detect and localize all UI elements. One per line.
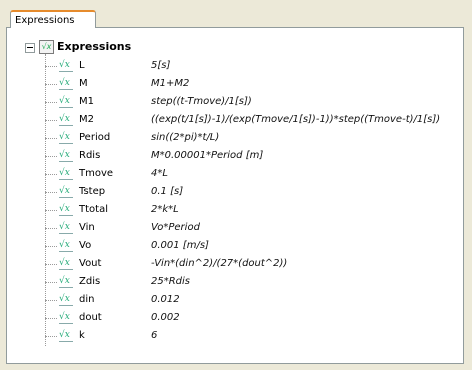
expression-name: dout (79, 312, 102, 323)
expression-icon: √x (59, 330, 73, 342)
expression-icon: √x (59, 96, 73, 108)
tree-item[interactable]: √x Zdis 25*Rdis (45, 274, 465, 290)
expression-name: Vin (79, 222, 95, 233)
expression-name: Ttotal (79, 204, 108, 215)
expression-tree: √x Expressions √x L 5[s] √x M M1+M2 √x M1 step((… (25, 38, 455, 356)
expression-name: Vo (79, 240, 92, 251)
expressions-folder-icon: √x (39, 40, 54, 54)
tree-branch-line (45, 66, 57, 67)
expression-value: M1+M2 (151, 78, 190, 89)
tree-branch-line (45, 264, 57, 265)
tree-item[interactable]: √x Tmove 4*L (45, 166, 465, 182)
expression-icon: √x (59, 114, 73, 126)
expression-value: 0.1 [s] (151, 186, 184, 197)
expression-value: -Vin*(din^2)/(27*(dout^2)) (151, 258, 288, 269)
expression-name: Tmove (79, 168, 114, 179)
tree-branch-line (45, 336, 57, 337)
tree-branch-line (45, 102, 57, 103)
expression-name: Vout (79, 258, 102, 269)
tree-branch-line (45, 174, 57, 175)
expression-icon: √x (59, 78, 73, 90)
expression-icon: √x (59, 258, 73, 270)
expression-value: 0.001 [m/s] (151, 240, 209, 251)
tree-branch-line (45, 300, 57, 301)
expression-icon: √x (59, 294, 73, 306)
expression-name: Period (79, 132, 111, 143)
expression-value: M*0.00001*Period [m] (151, 150, 264, 161)
tree-item[interactable]: √x Vout -Vin*(din^2)/(27*(dout^2)) (45, 256, 465, 272)
expression-value: 6 (151, 330, 158, 341)
expression-name: M (79, 78, 88, 89)
expression-name: M1 (79, 96, 94, 107)
expression-value: step((t-Tmove)/1[s]) (151, 96, 252, 107)
expression-icon: √x (59, 168, 73, 180)
expression-value: 5[s] (151, 60, 171, 71)
tree-item[interactable]: √x dout 0.002 (45, 310, 465, 326)
expression-icon: √x (59, 240, 73, 252)
tree-item[interactable]: √x L 5[s] (45, 58, 465, 74)
tree-branch-line (45, 84, 57, 85)
tree-branch-line (45, 318, 57, 319)
tree-item[interactable]: √x M2 ((exp(t/1[s])-1)/(exp(Tmove/1[s])-1)… (45, 112, 465, 128)
tree-branch-line (45, 192, 57, 193)
expression-icon: √x (59, 186, 73, 198)
expression-icon: √x (59, 312, 73, 324)
tree-item[interactable]: √x din 0.012 (45, 292, 465, 308)
tree-branch-line (45, 120, 57, 121)
expression-icon: √x (59, 132, 73, 144)
expression-name: M2 (79, 114, 94, 125)
tree-item[interactable]: √x Ttotal 2*k*L (45, 202, 465, 218)
tree-item[interactable]: √x Rdis M*0.00001*Period [m] (45, 148, 465, 164)
expression-name: Tstep (79, 186, 106, 197)
expression-icon: √x (59, 150, 73, 162)
expression-name: k (79, 330, 85, 341)
expression-value: 0.012 (151, 294, 180, 305)
expression-name: din (79, 294, 95, 305)
tree-item[interactable]: √x Tstep 0.1 [s] (45, 184, 465, 200)
tree-branch-line (45, 228, 57, 229)
expression-name: Rdis (79, 150, 101, 161)
expression-name: Zdis (79, 276, 101, 287)
tree-root[interactable]: √x Expressions (25, 40, 445, 56)
tree-branch-line (45, 156, 57, 157)
expression-name: L (79, 60, 85, 71)
expression-icon: √x (59, 276, 73, 288)
expression-icon: √x (59, 60, 73, 72)
expression-value: 2*k*L (151, 204, 179, 215)
collapse-icon[interactable] (25, 43, 35, 53)
tab-expressions[interactable]: Expressions (10, 10, 96, 28)
tree-item[interactable]: √x M M1+M2 (45, 76, 465, 92)
tree-item[interactable]: √x Vo 0.001 [m/s] (45, 238, 465, 254)
tree-item[interactable]: √x Period sin((2*pi)*t/L) (45, 130, 465, 146)
expression-value: ((exp(t/1[s])-1)/(exp(Tmove/1[s])-1))*st… (151, 114, 441, 125)
tree-root-label: Expressions (57, 40, 132, 53)
expression-icon: √x (59, 204, 73, 216)
tree-item[interactable]: √x Vin Vo*Period (45, 220, 465, 236)
tree-item[interactable]: √x M1 step((t-Tmove)/1[s]) (45, 94, 465, 110)
tab-strip: Expressions (4, 4, 466, 28)
tree-branch-line (45, 282, 57, 283)
expression-value: 4*L (151, 168, 168, 179)
expression-value: 0.002 (151, 312, 180, 323)
tree-branch-line (45, 210, 57, 211)
tree-branch-line (45, 246, 57, 247)
expression-icon: √x (59, 222, 73, 234)
expression-value: Vo*Period (151, 222, 200, 233)
expressions-panel: √x Expressions √x L 5[s] √x M M1+M2 √x M1 step((… (6, 27, 464, 364)
tree-branch-line (45, 138, 57, 139)
expression-value: sin((2*pi)*t/L) (151, 132, 220, 143)
expression-value: 25*Rdis (151, 276, 191, 287)
tree-item[interactable]: √x k 6 (45, 328, 465, 344)
